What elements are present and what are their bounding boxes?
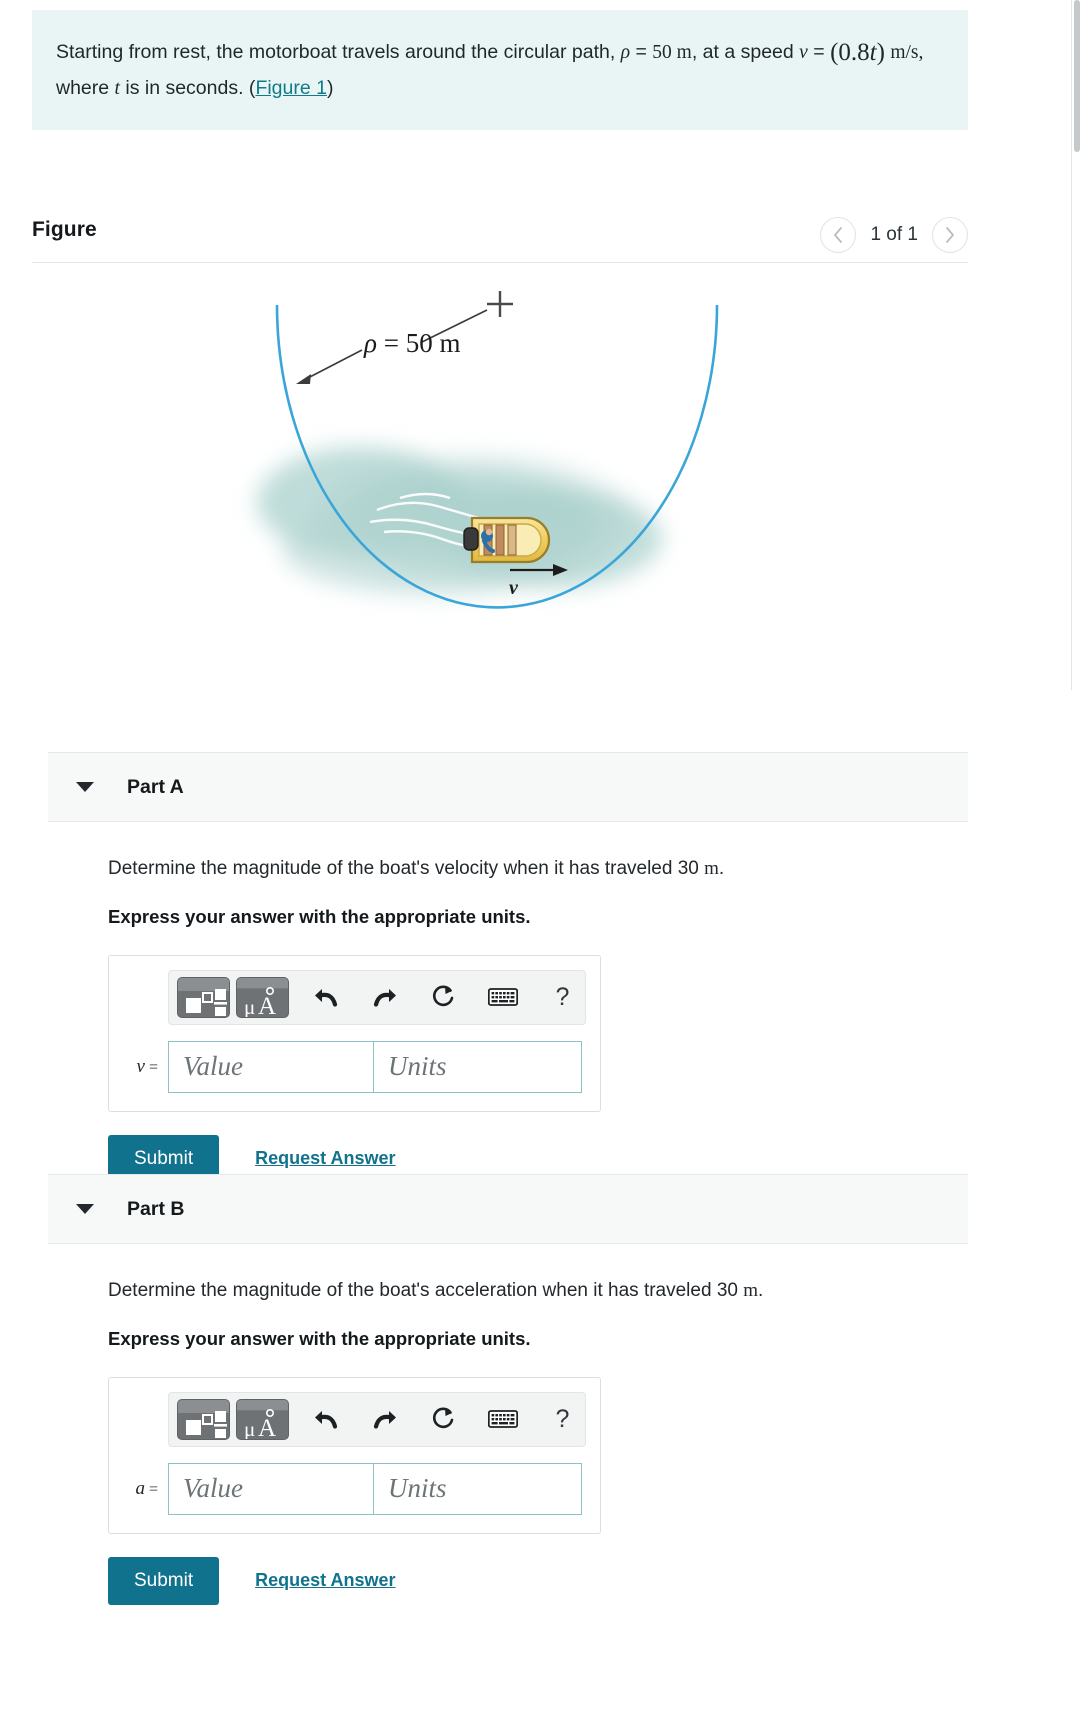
scrollbar-thumb[interactable]	[1074, 0, 1080, 152]
svg-text:A: A	[258, 993, 276, 1018]
figure-header: Figure 1 of 1	[32, 205, 968, 263]
figure-next-button[interactable]	[932, 217, 968, 253]
figure-1-link[interactable]: Figure 1	[255, 77, 327, 99]
part-a-toolbar: μ A ?	[168, 969, 586, 1025]
part-a-field-row: v =	[123, 1040, 586, 1093]
page-scrollbar[interactable]	[1072, 0, 1080, 1726]
figure-prev-button[interactable]	[820, 217, 857, 253]
svg-text:A: A	[258, 1415, 276, 1440]
part-b-question-post: .	[758, 1280, 764, 1301]
chevron-right-icon	[946, 227, 954, 243]
part-a-variable-label: v =	[136, 1055, 158, 1077]
figure-image: ρ = 50 m v	[32, 270, 968, 730]
part-a-question-post: .	[718, 858, 725, 879]
part-b-field-row: a =	[123, 1462, 586, 1515]
speed-expression: (0.8t)	[830, 39, 885, 66]
reset-circular-arrow-icon[interactable]	[421, 1399, 466, 1440]
statement-text-3: where	[56, 76, 115, 99]
undo-arrow-icon[interactable]	[303, 977, 348, 1018]
part-b-variable-label: a =	[135, 1477, 158, 1499]
redo-arrow-icon[interactable]	[362, 1399, 407, 1440]
problem-page: Starting from rest, the motorboat travel…	[0, 0, 1080, 1726]
part-b-actions: Submit Request Answer	[108, 1556, 968, 1605]
statement-text-2: = 50 m, at a speed	[630, 41, 800, 63]
part-a-answer-box: μ A ? v = Value Units	[108, 954, 601, 1112]
math-template-icon[interactable]	[177, 976, 231, 1018]
part-a-units-input[interactable]	[373, 1040, 582, 1093]
svg-text:μ: μ	[244, 995, 255, 1018]
part-a-question-pre: Determine the magnitude of the boat's ve…	[108, 858, 705, 879]
figure-page-count: 1 of 1	[870, 224, 918, 245]
undo-arrow-icon[interactable]	[303, 1399, 348, 1440]
part-a-question: Determine the magnitude of the boat's ve…	[108, 822, 968, 883]
part-a-instruction: Express your answer with the appropriate…	[108, 905, 531, 927]
equals-sign: =	[807, 41, 831, 63]
part-a-value-input[interactable]	[168, 1040, 373, 1093]
chevron-left-icon	[834, 227, 843, 243]
part-b-question-pre: Determine the magnitude of the boat's ac…	[108, 1280, 744, 1301]
part-b-instruction: Express your answer with the appropriate…	[108, 1327, 531, 1349]
part-a-header[interactable]: Part A	[48, 752, 968, 822]
problem-statement: Starting from rest, the motorboat travel…	[32, 10, 968, 130]
caret-down-icon[interactable]	[76, 1204, 94, 1214]
part-b-units-input[interactable]	[373, 1462, 582, 1515]
part-b-variable: a	[135, 1477, 145, 1499]
part-b-submit-button[interactable]: Submit	[108, 1556, 220, 1605]
motorboat	[463, 516, 551, 564]
figure-divider	[32, 262, 968, 263]
keyboard-icon[interactable]	[481, 1399, 526, 1440]
content-divider	[1071, 0, 1072, 690]
caret-down-icon[interactable]	[76, 782, 94, 792]
micro-angstrom-units-icon[interactable]: μ A	[236, 976, 290, 1018]
figure-nav: 1 of 1	[820, 217, 968, 253]
figure-title: Figure	[32, 218, 97, 241]
part-a-body: Determine the magnitude of the boat's ve…	[48, 822, 968, 1183]
redo-arrow-icon[interactable]	[362, 977, 407, 1018]
radius-label: ρ = 50 m	[363, 328, 460, 358]
speed-units: m/s,	[890, 42, 924, 63]
rho-symbol: ρ	[620, 42, 631, 63]
help-button[interactable]: ?	[540, 1399, 585, 1440]
part-b-answer-box: μ A ? a = Value Units	[108, 1376, 601, 1534]
radius-arrowhead	[296, 374, 311, 384]
help-button[interactable]: ?	[540, 977, 585, 1018]
part-b-header[interactable]: Part B	[48, 1174, 968, 1244]
part-b-question-unit: m	[743, 1280, 759, 1301]
motorboat-circular-path-diagram: ρ = 50 m v	[257, 291, 719, 609]
part-b-body: Determine the magnitude of the boat's ac…	[48, 1244, 968, 1605]
part-b-label: Part B	[127, 1197, 185, 1220]
part-b-question: Determine the magnitude of the boat's ac…	[108, 1244, 968, 1305]
micro-angstrom-units-icon[interactable]: μ A	[236, 1398, 290, 1440]
keyboard-icon[interactable]	[481, 977, 526, 1018]
part-b-value-input[interactable]	[168, 1462, 373, 1515]
part-b-request-answer-link[interactable]: Request Answer	[255, 1570, 395, 1591]
reset-circular-arrow-icon[interactable]	[421, 977, 466, 1018]
part-a-label: Part A	[127, 775, 184, 798]
velocity-label: v	[509, 577, 519, 599]
part-a-variable: v	[136, 1055, 145, 1077]
part-a-request-answer-link[interactable]: Request Answer	[255, 1148, 395, 1169]
svg-text:μ: μ	[244, 1417, 255, 1440]
statement-text-1: Starting from rest, the motorboat travel…	[56, 41, 621, 63]
statement-text-5: )	[326, 76, 334, 99]
statement-text-4: is in seconds. (	[119, 76, 256, 99]
center-marker	[487, 291, 513, 317]
math-template-icon[interactable]	[177, 1398, 231, 1440]
v-symbol: v	[799, 42, 808, 63]
part-a-question-unit: m	[704, 858, 719, 879]
part-b-toolbar: μ A ?	[168, 1391, 586, 1447]
